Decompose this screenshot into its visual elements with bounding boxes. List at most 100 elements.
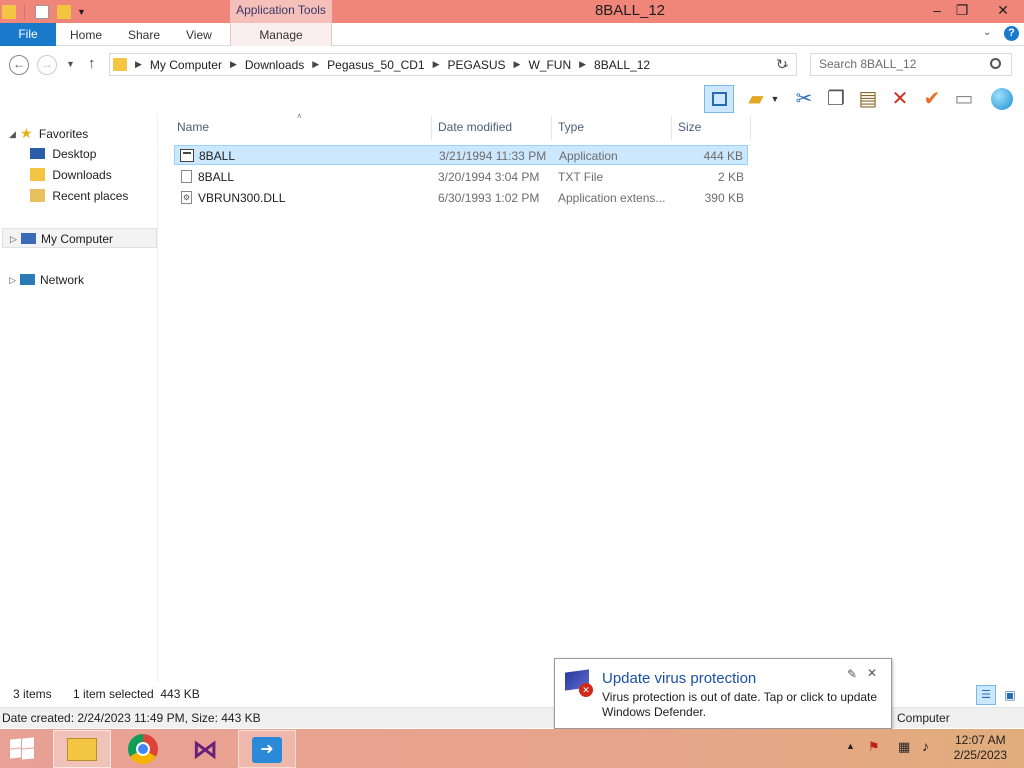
settings-wrench-icon[interactable]: ✎ — [847, 667, 857, 681]
text-file-icon — [181, 170, 192, 183]
delete-icon[interactable]: ✕ — [888, 87, 912, 111]
breadcrumb-pegasus-50-cd1[interactable]: Pegasus_50_CD1 — [327, 58, 424, 72]
recent-locations-icon[interactable]: ▼ — [66, 59, 75, 69]
file-date: 6/30/1993 1:02 PM — [438, 191, 540, 205]
tab-home[interactable]: Home — [70, 23, 102, 46]
back-button[interactable]: ← — [9, 55, 29, 75]
sort-ascending-icon: ˄ — [297, 112, 302, 121]
checkmark-icon[interactable]: ✔ — [920, 87, 944, 111]
file-row[interactable]: 8BALL 3/21/1994 11:33 PM Application 444… — [174, 145, 748, 165]
dll-file-icon: ⚙ — [181, 191, 192, 204]
file-name: 8BALL — [198, 170, 235, 184]
rename-icon[interactable]: ▭ — [952, 87, 976, 111]
action-center-icon[interactable]: ⚑ — [868, 739, 880, 755]
clock[interactable]: 12:07 AM 2/25/2023 — [954, 733, 1007, 763]
notification-close-button[interactable]: ✕ — [867, 666, 877, 680]
chevron-right-icon[interactable]: ▶ — [514, 59, 521, 70]
tab-share[interactable]: Share — [128, 23, 160, 46]
column-header-type[interactable]: Type — [558, 120, 584, 134]
file-size: 2 KB — [717, 170, 744, 184]
address-bar[interactable]: ▶ My Computer ▶ Downloads ▶ Pegasus_50_C… — [109, 53, 797, 76]
nav-network[interactable]: ▷ Network — [2, 270, 157, 290]
folder-options-icon[interactable]: ▰ — [744, 87, 768, 111]
nav-my-computer[interactable]: ▷ My Computer — [2, 228, 157, 248]
breadcrumb-w-fun[interactable]: W_FUN — [528, 58, 571, 72]
column-divider[interactable] — [431, 116, 432, 140]
expand-arrow-icon[interactable]: ▷ — [9, 270, 16, 290]
address-row: ← → ▼ ↑ ▶ My Computer ▶ Downloads ▶ Pega… — [0, 47, 1024, 83]
network-status-icon[interactable]: ▦ — [898, 739, 910, 755]
chevron-right-icon[interactable]: ▶ — [230, 59, 237, 70]
large-icons-view-icon[interactable]: ▣ — [1000, 685, 1020, 705]
search-input[interactable]: Search 8BALL_12 — [810, 53, 1012, 76]
start-button[interactable] — [8, 737, 36, 761]
close-button[interactable]: ✕ — [982, 0, 1024, 22]
dropdown-arrow-icon[interactable]: ▼ — [768, 87, 782, 111]
file-explorer-icon[interactable] — [53, 730, 111, 768]
expand-arrow-icon[interactable]: ▷ — [10, 229, 17, 249]
breadcrumb-downloads[interactable]: Downloads — [245, 58, 304, 72]
up-arrow-icon[interactable]: ↑ — [88, 55, 96, 72]
breadcrumb-8ball-12[interactable]: 8BALL_12 — [594, 58, 650, 72]
column-divider[interactable] — [671, 116, 672, 140]
navigation-pane: ◢ ★ Favorites Desktop Downloads Recent p… — [0, 114, 158, 682]
computer-label: Computer — [897, 711, 950, 725]
nav-item-recent-places[interactable]: Recent places — [30, 186, 128, 206]
cut-icon[interactable]: ✂ — [792, 87, 816, 111]
chevron-right-icon[interactable]: ▶ — [312, 59, 319, 70]
file-type: TXT File — [558, 170, 604, 184]
nav-item-label: Recent places — [52, 189, 129, 203]
folder-icon — [113, 58, 127, 71]
refresh-icon[interactable]: ↻ — [776, 56, 788, 73]
column-header-date-modified[interactable]: Date modified — [438, 120, 512, 134]
file-name: VBRUN300.DLL — [198, 191, 286, 205]
defender-flag-icon: ✕ — [565, 669, 593, 697]
nav-favorites-label: Favorites — [38, 127, 89, 141]
nav-favorites[interactable]: ★ Favorites — [20, 123, 88, 143]
ribbon-expand-icon[interactable]: ⌄ — [983, 27, 991, 38]
toolbar: ▰ ▼ ✂ ❐ ▤ ✕ ✔ ▭ — [700, 84, 1024, 114]
file-date: 3/20/1994 3:04 PM — [438, 170, 540, 184]
star-icon: ★ — [20, 125, 33, 141]
chevron-right-icon[interactable]: ▶ — [579, 59, 586, 70]
file-row[interactable]: 8BALL 3/20/1994 3:04 PM TXT File 2 KB — [174, 167, 748, 187]
tab-manage[interactable]: Manage — [230, 23, 332, 46]
restore-button[interactable]: ❐ — [946, 0, 978, 22]
help-icon[interactable]: ? — [1004, 26, 1019, 41]
file-size: 390 KB — [704, 191, 744, 205]
file-row[interactable]: ⚙ VBRUN300.DLL 6/30/1993 1:02 PM Applica… — [174, 188, 748, 208]
details-view-icon[interactable]: ☰ — [976, 685, 996, 705]
nav-item-label: Downloads — [52, 168, 112, 182]
file-name: 8BALL — [199, 149, 236, 163]
volume-icon[interactable]: ♪ — [922, 738, 929, 754]
globe-icon[interactable] — [990, 87, 1014, 111]
visual-studio-icon[interactable]: ⋈ — [176, 730, 234, 768]
column-divider[interactable] — [750, 116, 751, 140]
downloads-folder-icon — [30, 168, 45, 181]
breadcrumb-pegasus[interactable]: PEGASUS — [448, 58, 506, 72]
desktop-icon — [30, 148, 45, 159]
window-title: 8BALL_12 — [594, 2, 666, 19]
preview-pane-icon[interactable] — [704, 85, 734, 113]
forward-button[interactable]: → — [37, 55, 57, 75]
nav-item-downloads[interactable]: Downloads — [30, 165, 112, 185]
collapse-arrow-icon[interactable]: ◢ — [9, 129, 16, 140]
tab-view[interactable]: View — [186, 23, 212, 46]
search-icon[interactable] — [990, 58, 1001, 69]
notification-toast[interactable]: ✕ Update virus protection Virus protecti… — [554, 658, 892, 729]
copy-icon[interactable]: ❐ — [824, 87, 848, 111]
selection-info: 1 item selected 443 KB — [73, 687, 200, 701]
show-hidden-icons-icon[interactable]: ▲ — [846, 741, 855, 751]
tab-file[interactable]: File — [0, 23, 56, 46]
breadcrumb-my-computer[interactable]: My Computer — [150, 58, 222, 72]
chevron-right-icon[interactable]: ▶ — [433, 59, 440, 70]
column-header-name[interactable]: Name — [177, 120, 209, 134]
recent-places-icon — [30, 189, 45, 202]
column-divider[interactable] — [551, 116, 552, 140]
nav-item-desktop[interactable]: Desktop — [30, 144, 96, 164]
column-header-size[interactable]: Size — [678, 120, 701, 134]
chevron-right-icon[interactable]: ▶ — [135, 59, 142, 70]
paste-icon[interactable]: ▤ — [856, 87, 880, 111]
remote-desktop-icon[interactable]: ➜ — [238, 730, 296, 768]
chrome-icon[interactable] — [114, 730, 172, 768]
